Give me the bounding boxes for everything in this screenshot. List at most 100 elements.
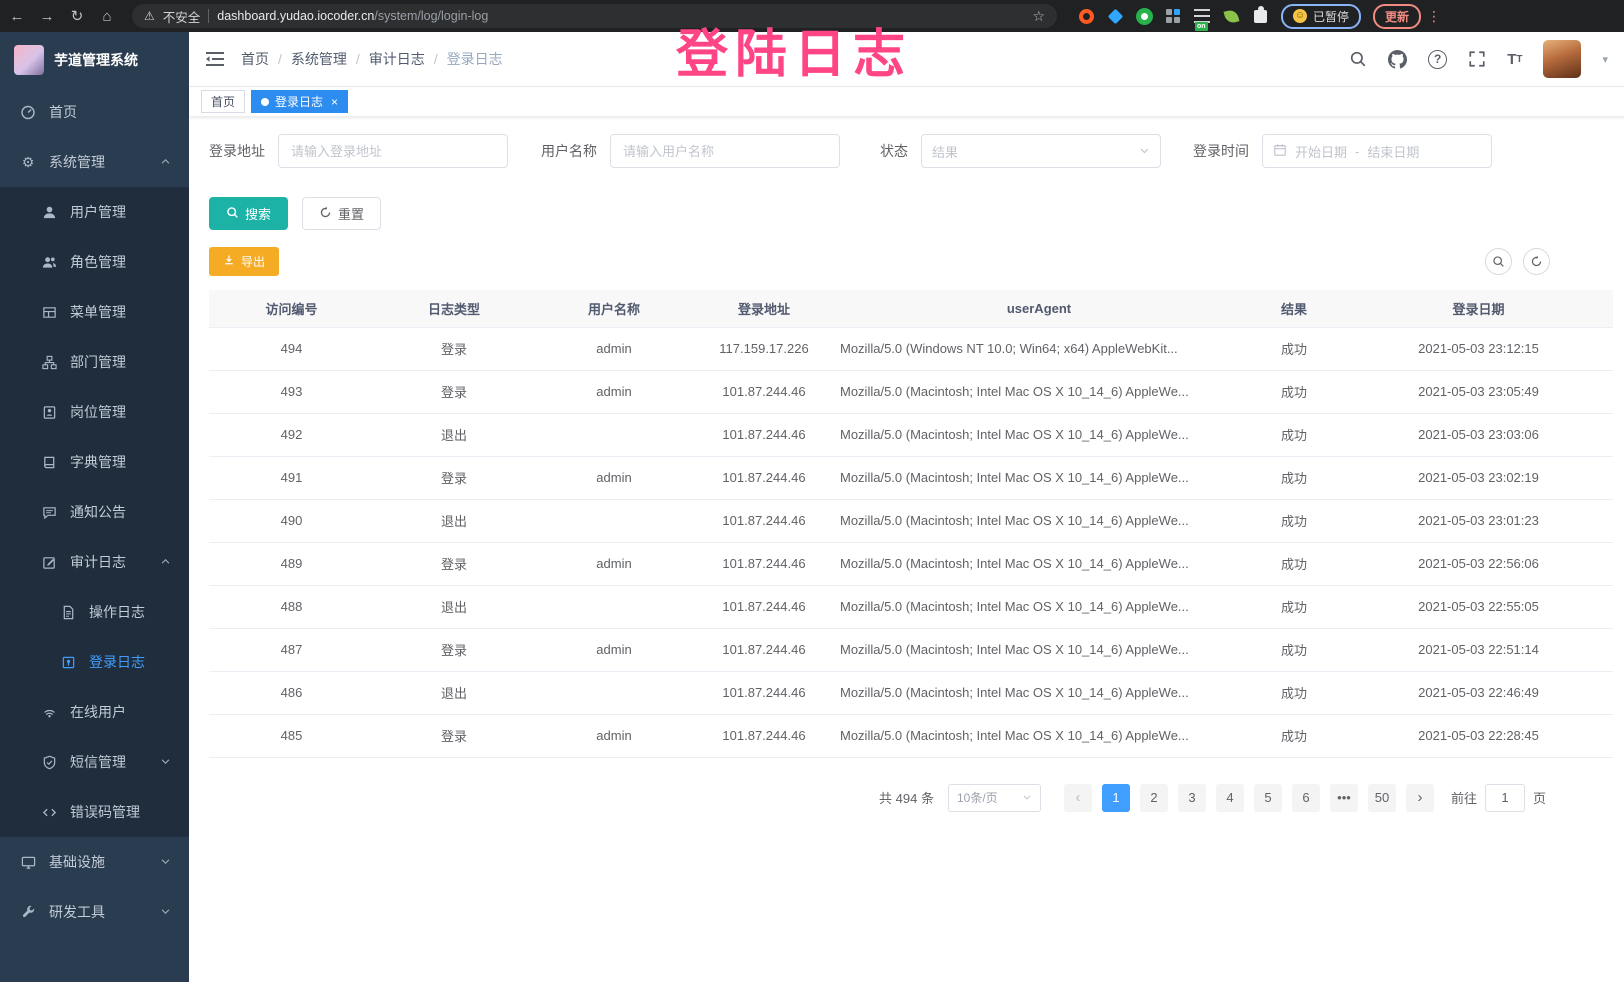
extension-puzzle-icon[interactable] [1251,7,1269,25]
font-size-icon[interactable]: TT [1507,51,1522,68]
cell-date: 2021-05-03 23:02:19 [1344,456,1613,499]
home-icon[interactable]: ⌂ [98,8,116,25]
login-time-range-picker[interactable]: 开始日期 - 结束日期 [1262,134,1492,168]
cell-id: 489 [209,542,374,585]
cell-user [534,413,694,456]
page-button-4[interactable]: 4 [1216,784,1244,812]
sidebar-item-sms[interactable]: 短信管理 [0,737,189,787]
calendar-icon [1273,143,1287,160]
fullscreen-icon[interactable] [1468,50,1486,68]
sidebar-fold-icon[interactable] [205,51,225,67]
cell-user: admin [534,628,694,671]
page-size-select[interactable]: 10条/页 [948,784,1041,812]
search-icon[interactable] [1349,50,1367,68]
login-address-input[interactable] [278,134,508,168]
col-header-date: 登录日期 [1344,290,1613,327]
sidebar-item-system[interactable]: ⚙ 系统管理 [0,137,189,187]
hide-search-icon-button[interactable] [1485,248,1512,275]
page-ellipsis-button[interactable]: ••• [1330,784,1358,812]
cell-result: 成功 [1244,327,1344,370]
page-button-2[interactable]: 2 [1140,784,1168,812]
sidebar-item-menus[interactable]: 菜单管理 [0,287,189,337]
sidebar-item-operation-log[interactable]: 操作日志 [0,587,189,637]
sidebar-item-posts[interactable]: 岗位管理 [0,387,189,437]
cell-id: 491 [209,456,374,499]
page-button-5[interactable]: 5 [1254,784,1282,812]
cell-result: 成功 [1244,585,1344,628]
sidebar-item-roles[interactable]: 角色管理 [0,237,189,287]
cell-useragent: Mozilla/5.0 (Macintosh; Intel Mac OS X 1… [834,499,1244,542]
cell-id: 485 [209,714,374,757]
table-row: 488退出101.87.244.46Mozilla/5.0 (Macintosh… [209,585,1613,628]
cell-date: 2021-05-03 22:46:49 [1344,671,1613,714]
prev-page-button[interactable]: ‹ [1064,784,1092,812]
sidebar-item-audit-log[interactable]: 审计日志 [0,537,189,587]
sidebar-logo-row[interactable]: 芋道管理系统 [0,32,189,87]
sidebar-item-label: 错误码管理 [70,802,140,822]
security-label[interactable]: 不安全 [163,7,201,26]
tag-close-icon[interactable]: × [331,95,338,109]
sidebar-item-notice[interactable]: 通知公告 [0,487,189,537]
breadcrumb-system[interactable]: 系统管理 [291,49,347,69]
tree-icon [41,354,57,370]
extension-orange-icon[interactable] [1077,7,1095,25]
extension-leaf-icon[interactable] [1222,7,1240,25]
extension-green-icon[interactable] [1135,7,1153,25]
tag-home[interactable]: 首页 [201,90,245,113]
breadcrumb-home[interactable]: 首页 [241,49,269,69]
sidebar-item-online-users[interactable]: 在线用户 [0,687,189,737]
page-button-1[interactable]: 1 [1102,784,1130,812]
reload-icon[interactable]: ↻ [68,7,86,25]
url-bar[interactable]: ⚠ 不安全 dashboard.yudao.iocoder.cn/system/… [132,4,1057,28]
table-row: 487登录admin101.87.244.46Mozilla/5.0 (Maci… [209,628,1613,671]
back-icon[interactable]: ← [8,8,26,25]
forward-icon[interactable]: → [38,8,56,25]
chevron-down-icon [160,754,171,770]
help-icon[interactable]: ? [1428,50,1447,69]
sidebar-item-login-log[interactable]: 登录日志 [0,637,189,687]
bookmark-star-icon[interactable]: ☆ [1032,8,1045,25]
refresh-table-button[interactable] [1523,248,1550,275]
browser-menu-icon[interactable]: ⋮ [1427,8,1441,25]
page-button-6[interactable]: 6 [1292,784,1320,812]
cell-ip: 101.87.244.46 [694,370,834,413]
url-text[interactable]: dashboard.yudao.iocoder.cn/system/log/lo… [217,9,488,23]
page-button-3[interactable]: 3 [1178,784,1206,812]
status-select[interactable]: 结果 [921,134,1161,168]
cell-ip: 101.87.244.46 [694,585,834,628]
cell-user: admin [534,542,694,585]
export-button[interactable]: 导出 [209,247,279,276]
table-row: 489登录admin101.87.244.46Mozilla/5.0 (Maci… [209,542,1613,585]
sidebar-item-users[interactable]: 用户管理 [0,187,189,237]
cell-user [534,671,694,714]
page-button-50[interactable]: 50 [1368,784,1396,812]
cell-user: admin [534,714,694,757]
extension-gem-icon[interactable] [1106,7,1124,25]
filter-label: 登录时间 [1193,141,1249,161]
breadcrumb-audit-log[interactable]: 审计日志 [369,49,425,69]
search-button[interactable]: 搜索 [209,197,288,230]
avatar-caret-icon[interactable]: ▾ [1602,53,1608,66]
tag-login-log[interactable]: 登录日志 × [251,90,348,113]
sidebar-item-error-codes[interactable]: 错误码管理 [0,787,189,837]
table-tools [1485,248,1550,275]
username-input[interactable] [610,134,840,168]
table-row: 485登录admin101.87.244.46Mozilla/5.0 (Maci… [209,714,1613,757]
next-page-button[interactable]: › [1406,784,1434,812]
cell-useragent: Mozilla/5.0 (Macintosh; Intel Mac OS X 1… [834,628,1244,671]
reset-button[interactable]: 重置 [302,197,381,230]
sidebar-item-departments[interactable]: 部门管理 [0,337,189,387]
sidebar-item-infrastructure[interactable]: 基础设施 [0,837,189,887]
github-icon[interactable] [1388,50,1407,69]
extension-list-icon[interactable]: on [1193,7,1211,25]
update-button[interactable]: 更新 [1373,4,1421,29]
sidebar-item-dict[interactable]: 字典管理 [0,437,189,487]
goto-page-input[interactable] [1485,784,1525,812]
table-row: 494登录admin117.159.17.226Mozilla/5.0 (Win… [209,327,1613,370]
paused-extension-pill[interactable]: ☺ 已暂停 [1281,4,1361,29]
user-avatar[interactable] [1543,40,1581,78]
sidebar-item-home[interactable]: 首页 [0,87,189,137]
search-button-label: 搜索 [245,204,271,223]
sidebar-item-dev-tools[interactable]: 研发工具 [0,887,189,937]
extension-grid-icon[interactable] [1164,7,1182,25]
